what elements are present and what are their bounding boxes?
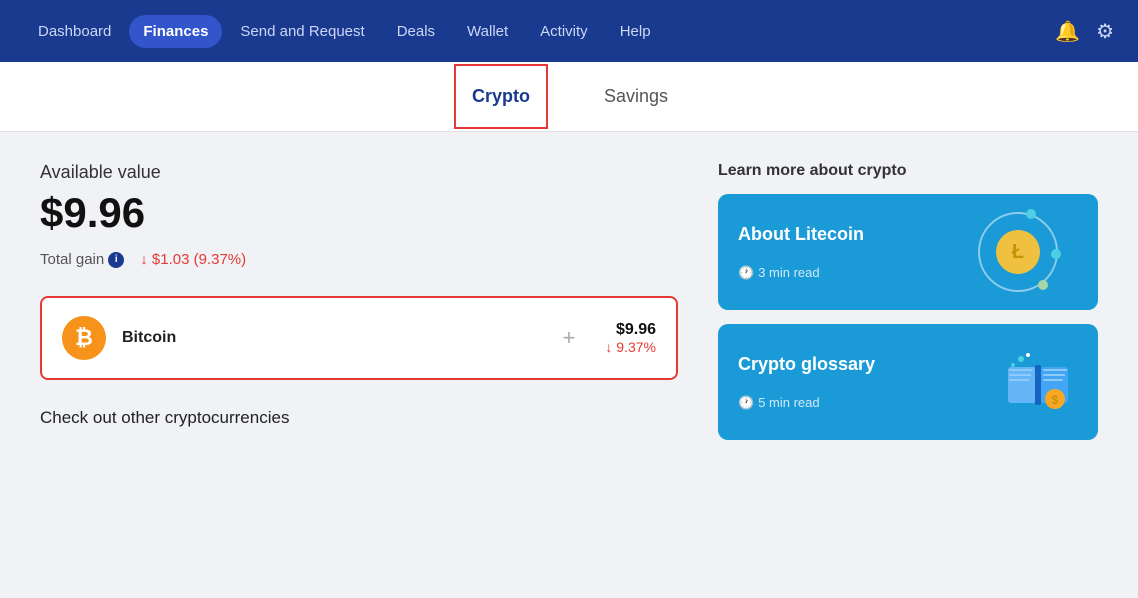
nav-item-dashboard[interactable]: Dashboard [24, 15, 125, 48]
info-icon[interactable]: i [108, 252, 124, 268]
about-litecoin-card[interactable]: About Litecoin 🕐 3 min read Ł [718, 194, 1098, 310]
bitcoin-change: ↓ 9.37% [605, 339, 656, 355]
tab-savings[interactable]: Savings [588, 66, 684, 127]
total-gain-value: ↓ $1.03 (9.37%) [140, 251, 246, 268]
left-panel: Available value $9.96 Total gain i ↓ $1.… [40, 162, 678, 568]
learn-label: Learn more about crypto [718, 162, 1098, 180]
available-value-label: Available value [40, 162, 678, 183]
crypto-glossary-card[interactable]: Crypto glossary 🕐 5 min read [718, 324, 1098, 440]
tabs-bar: Crypto Savings [0, 62, 1138, 132]
right-panel: Learn more about crypto About Litecoin 🕐… [718, 162, 1098, 568]
bitcoin-values: $9.96 ↓ 9.37% [605, 321, 656, 355]
nav-item-help[interactable]: Help [606, 15, 665, 48]
glossary-card-title: Crypto glossary [738, 354, 875, 375]
nav-item-send-request[interactable]: Send and Request [226, 15, 378, 48]
svg-text:$: $ [1052, 393, 1059, 407]
book-illustration: $ [998, 342, 1078, 422]
bell-icon[interactable]: 🔔 [1055, 19, 1080, 44]
nav-item-wallet[interactable]: Wallet [453, 15, 522, 48]
orbit-dot-bottom [1038, 280, 1048, 290]
bitcoin-card[interactable]: ₿ Bitcoin + $9.96 ↓ 9.37% [40, 296, 678, 380]
check-other-label: Check out other cryptocurrencies [40, 408, 678, 428]
nav-icons: 🔔 ⚙ [1055, 19, 1114, 44]
litecoin-illustration: Ł [978, 212, 1078, 292]
available-value-amount: $9.96 [40, 189, 678, 237]
orbit-dot-right [1051, 249, 1061, 259]
nav-item-activity[interactable]: Activity [526, 15, 602, 48]
nav-item-finances[interactable]: Finances [129, 15, 222, 48]
bitcoin-amount: $9.96 [605, 321, 656, 339]
clock-icon: 🕐 [738, 265, 754, 281]
glossary-card-time: 🕐 5 min read [738, 395, 875, 411]
bitcoin-icon: ₿ [62, 316, 106, 360]
total-gain-row: Total gain i ↓ $1.03 (9.37%) [40, 251, 678, 268]
total-gain-label: Total gain i [40, 251, 124, 268]
glossary-card-text: Crypto glossary 🕐 5 min read [738, 354, 875, 411]
litecoin-card-text: About Litecoin 🕐 3 min read [738, 224, 864, 281]
orbit-dot-top [1026, 209, 1036, 219]
main-content: Available value $9.96 Total gain i ↓ $1.… [0, 132, 1138, 598]
bitcoin-name: Bitcoin [122, 329, 533, 347]
bitcoin-add-button[interactable]: + [563, 325, 576, 351]
gear-icon[interactable]: ⚙ [1096, 19, 1114, 44]
litecoin-card-title: About Litecoin [738, 224, 864, 245]
ltc-coin: Ł [996, 230, 1040, 274]
clock-icon-2: 🕐 [738, 395, 754, 411]
litecoin-card-time: 🕐 3 min read [738, 265, 864, 281]
nav-items: Dashboard Finances Send and Request Deal… [24, 15, 1055, 48]
nav-item-deals[interactable]: Deals [383, 15, 449, 48]
tab-crypto[interactable]: Crypto [454, 64, 548, 129]
ltc-orbit: Ł [978, 212, 1058, 292]
navbar: Dashboard Finances Send and Request Deal… [0, 0, 1138, 62]
